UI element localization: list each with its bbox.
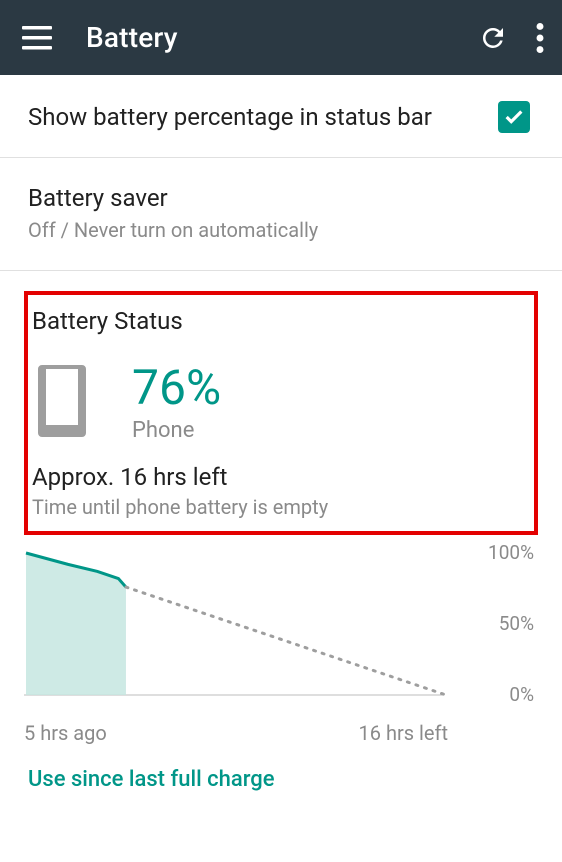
battery-device-label: Phone — [132, 418, 221, 443]
show-percentage-label: Show battery percentage in status bar — [28, 103, 432, 131]
battery-status-row: 76% Phone — [28, 359, 534, 443]
show-percentage-checkbox[interactable] — [498, 101, 530, 133]
chart-time-right: 16 hrs left — [359, 721, 448, 745]
svg-text:50%: 50% — [499, 612, 534, 635]
page-title: Battery — [86, 21, 478, 54]
svg-text:0%: 0% — [509, 683, 534, 706]
content: Show battery percentage in status bar Ba… — [0, 75, 562, 792]
app-toolbar: Battery — [0, 0, 562, 75]
refresh-icon[interactable] — [478, 23, 508, 53]
battery-saver-title: Battery saver — [28, 184, 534, 212]
chart-time-left: 5 hrs ago — [24, 721, 107, 745]
battery-chart[interactable]: 100% 50% 0% — [0, 545, 562, 715]
battery-approx: Approx. 16 hrs left — [28, 463, 534, 491]
chart-time-labels: 5 hrs ago 16 hrs left — [24, 715, 538, 745]
battery-status-section: Battery Status 76% Phone Approx. 16 hrs … — [0, 271, 562, 535]
battery-saver-subtitle: Off / Never turn on automatically — [28, 218, 534, 242]
battery-saver-row[interactable]: Battery saver Off / Never turn on automa… — [0, 158, 562, 271]
svg-text:100%: 100% — [488, 545, 534, 564]
show-percentage-row[interactable]: Show battery percentage in status bar — [0, 75, 562, 158]
battery-percent: 76% — [132, 359, 221, 416]
use-since-full-charge-link[interactable]: Use since last full charge — [0, 745, 562, 792]
annotation-box: Battery Status 76% Phone Approx. 16 hrs … — [24, 291, 538, 535]
menu-icon[interactable] — [22, 26, 52, 50]
phone-icon — [38, 365, 86, 437]
overflow-icon[interactable] — [536, 23, 544, 53]
battery-status-heading: Battery Status — [28, 307, 534, 335]
battery-approx-sub: Time until phone battery is empty — [28, 495, 534, 519]
